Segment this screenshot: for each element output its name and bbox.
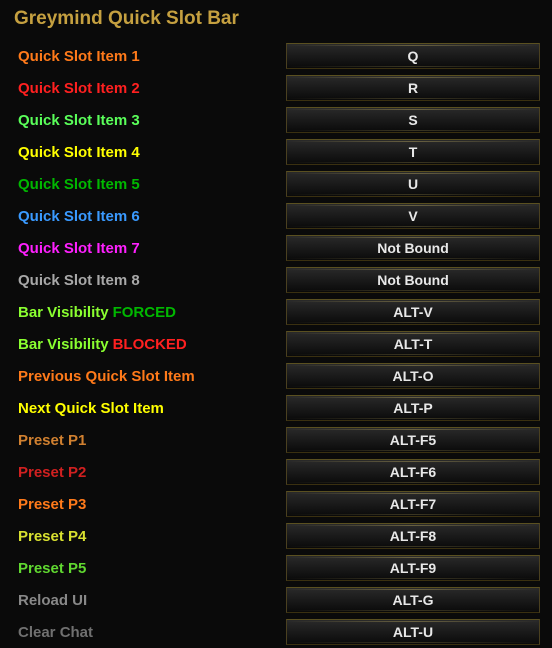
keybinding-row[interactable]: Quick Slot Item 7Not Bound (12, 232, 540, 264)
keybinding-row[interactable]: Quick Slot Item 4T (12, 136, 540, 168)
keybinding-label: Preset P1 (12, 432, 286, 449)
keybinding-label: Quick Slot Item 8 (12, 272, 286, 289)
keybinding-label: Quick Slot Item 2 (12, 80, 286, 97)
keybinding-row[interactable]: Preset P5ALT-F9 (12, 552, 540, 584)
keybinding-label: Preset P2 (12, 464, 286, 481)
keybinding-label: Preset P3 (12, 496, 286, 513)
keybinding-label: Quick Slot Item 5 (12, 176, 286, 193)
keybinding-label-part: FORCED (113, 304, 176, 321)
keybinding-label: Bar VisibilityFORCED (12, 304, 286, 321)
keybinding-row[interactable]: Quick Slot Item 6V (12, 200, 540, 232)
keybinding-value[interactable]: ALT-T (286, 331, 540, 357)
keybinding-value[interactable]: Not Bound (286, 235, 540, 261)
keybinding-value[interactable]: S (286, 107, 540, 133)
keybinding-row[interactable]: Quick Slot Item 2R (12, 72, 540, 104)
keybinding-row[interactable]: Preset P4ALT-F8 (12, 520, 540, 552)
keybinding-row[interactable]: Preset P2ALT-F6 (12, 456, 540, 488)
keybinding-value[interactable]: Not Bound (286, 267, 540, 293)
keybinding-value[interactable]: ALT-F9 (286, 555, 540, 581)
keybinding-label-part: Bar Visibility (18, 336, 109, 353)
keybinding-row[interactable]: Quick Slot Item 8Not Bound (12, 264, 540, 296)
keybinding-label: Bar VisibilityBLOCKED (12, 336, 286, 353)
keybinding-label: Clear Chat (12, 624, 286, 641)
keybinding-value[interactable]: ALT-F8 (286, 523, 540, 549)
keybinding-row[interactable]: Next Quick Slot ItemALT-P (12, 392, 540, 424)
keybinding-row[interactable]: Clear ChatALT-U (12, 616, 540, 648)
keybinding-row[interactable]: Bar VisibilityBLOCKEDALT-T (12, 328, 540, 360)
keybinding-row[interactable]: Bar VisibilityFORCEDALT-V (12, 296, 540, 328)
keybinding-label: Quick Slot Item 1 (12, 48, 286, 65)
keybinding-value[interactable]: ALT-G (286, 587, 540, 613)
keybinding-value[interactable]: T (286, 139, 540, 165)
keybinding-label-part: BLOCKED (113, 336, 187, 353)
keybinding-row[interactable]: Preset P3ALT-F7 (12, 488, 540, 520)
keybinding-value[interactable]: ALT-F5 (286, 427, 540, 453)
keybinding-value[interactable]: R (286, 75, 540, 101)
panel-title: Greymind Quick Slot Bar (12, 8, 540, 30)
keybinding-label: Quick Slot Item 3 (12, 112, 286, 129)
keybinding-value[interactable]: ALT-V (286, 299, 540, 325)
keybinding-row[interactable]: Previous Quick Slot ItemALT-O (12, 360, 540, 392)
keybinding-label: Next Quick Slot Item (12, 400, 286, 417)
keybinding-label: Quick Slot Item 6 (12, 208, 286, 225)
keybinding-value[interactable]: Q (286, 43, 540, 69)
keybinding-label: Reload UI (12, 592, 286, 609)
keybinding-row[interactable]: Preset P1ALT-F5 (12, 424, 540, 456)
keybinding-label: Quick Slot Item 4 (12, 144, 286, 161)
keybinding-row[interactable]: Quick Slot Item 5U (12, 168, 540, 200)
keybinding-label: Quick Slot Item 7 (12, 240, 286, 257)
keybinding-label: Preset P5 (12, 560, 286, 577)
keybinding-value[interactable]: ALT-U (286, 619, 540, 645)
keybinding-value[interactable]: U (286, 171, 540, 197)
keybinding-label-part: Bar Visibility (18, 304, 109, 321)
keybinding-value[interactable]: ALT-P (286, 395, 540, 421)
keybinding-row[interactable]: Reload UIALT-G (12, 584, 540, 616)
keybinding-value[interactable]: V (286, 203, 540, 229)
keybinding-row[interactable]: Quick Slot Item 3S (12, 104, 540, 136)
keybinding-label: Previous Quick Slot Item (12, 368, 286, 385)
keybinding-row[interactable]: Quick Slot Item 1Q (12, 40, 540, 72)
keybinding-label: Preset P4 (12, 528, 286, 545)
keybinding-list: Quick Slot Item 1QQuick Slot Item 2RQuic… (12, 40, 540, 648)
keybinding-value[interactable]: ALT-F7 (286, 491, 540, 517)
keybinding-value[interactable]: ALT-O (286, 363, 540, 389)
keybinding-value[interactable]: ALT-F6 (286, 459, 540, 485)
